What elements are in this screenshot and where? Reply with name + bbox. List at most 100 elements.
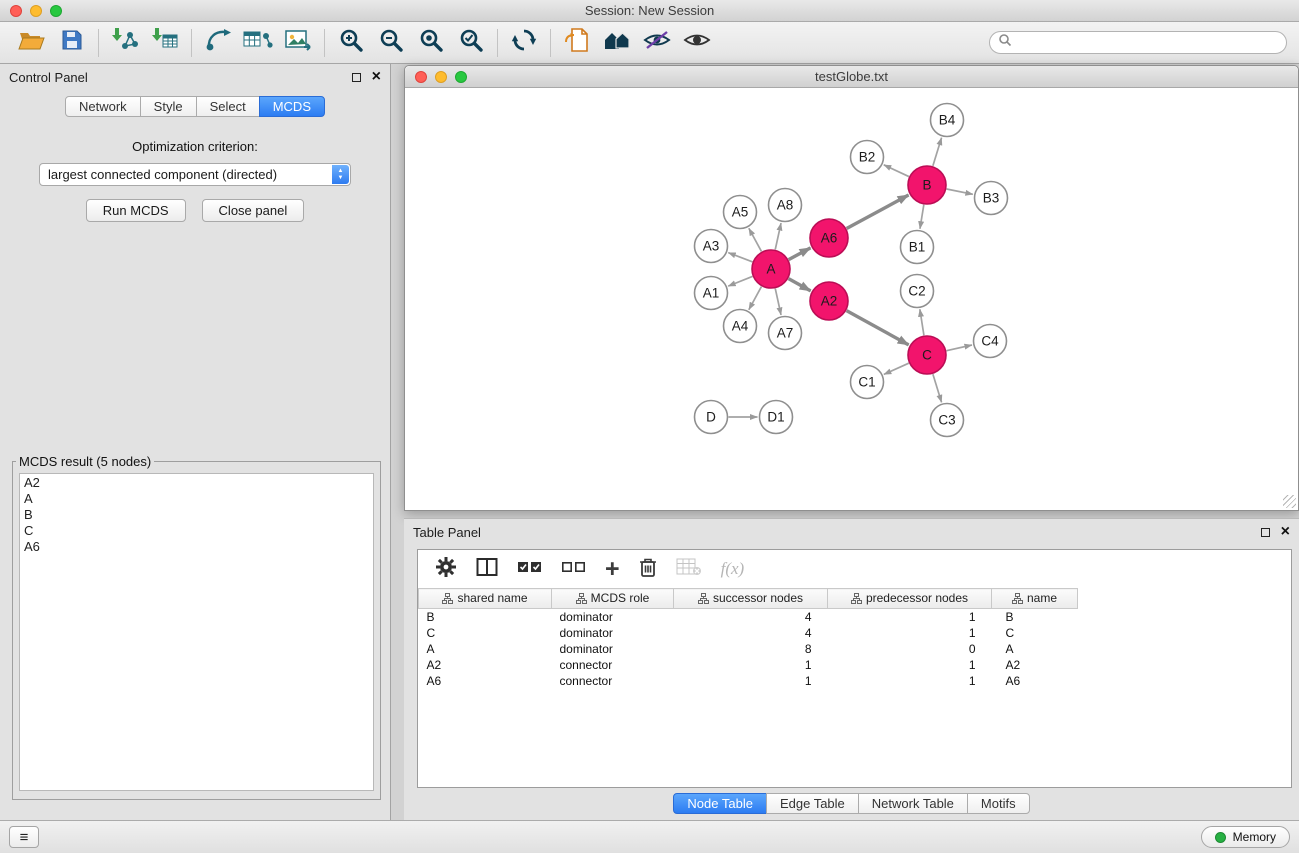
graph-edge-C-C2[interactable] (920, 309, 924, 335)
zoom-fit-button[interactable] (411, 25, 451, 61)
zoom-window-button[interactable] (50, 5, 62, 17)
add-column-button[interactable]: + (605, 557, 620, 582)
home-view-button[interactable] (597, 25, 637, 61)
graph-node-B[interactable]: B (908, 166, 946, 204)
float-panel-icon[interactable] (352, 73, 361, 82)
delete-column-button[interactable] (639, 556, 657, 583)
table-row[interactable]: A2connector11A2 (419, 657, 1291, 673)
graph-edge-A-A2[interactable] (789, 279, 811, 291)
export-image-button[interactable] (278, 25, 318, 61)
graph-edge-A-A8[interactable] (775, 223, 781, 249)
graph-node-A[interactable]: A (752, 250, 790, 288)
control-tab-select[interactable]: Select (196, 96, 260, 117)
memory-button[interactable]: Memory (1201, 826, 1290, 848)
result-item[interactable]: A2 (24, 475, 369, 491)
select-all-button[interactable] (517, 560, 542, 579)
graph-node-C1[interactable]: C1 (851, 366, 884, 399)
annotation-button[interactable] (557, 25, 597, 61)
graph-node-B3[interactable]: B3 (975, 182, 1008, 215)
table-tab-network-table[interactable]: Network Table (858, 793, 968, 814)
import-table-button[interactable] (145, 25, 185, 61)
network-canvas-area[interactable]: B4B2BB3A5A8A6B1A3AC2A1A2A4A7C4CC1C3DD1 (405, 88, 1298, 510)
close-panel-icon[interactable]: × (372, 69, 381, 85)
import-network-button[interactable] (105, 25, 145, 61)
graph-node-C[interactable]: C (908, 336, 946, 374)
graph-edge-A-A7[interactable] (775, 289, 781, 315)
graph-node-C4[interactable]: C4 (974, 325, 1007, 358)
window-resize-grip[interactable] (1283, 495, 1296, 508)
float-table-panel-icon[interactable] (1261, 528, 1270, 537)
table-tab-motifs[interactable]: Motifs (967, 793, 1030, 814)
network-canvas[interactable]: B4B2BB3A5A8A6B1A3AC2A1A2A4A7C4CC1C3DD1 (405, 88, 1298, 510)
graph-node-D[interactable]: D (695, 401, 728, 434)
close-network-window-button[interactable] (415, 71, 427, 83)
graph-node-A6[interactable]: A6 (810, 219, 848, 257)
graph-edge-A2-C[interactable] (847, 311, 909, 345)
network-table-button[interactable] (238, 25, 278, 61)
control-tab-style[interactable]: Style (140, 96, 197, 117)
zoom-selected-button[interactable] (451, 25, 491, 61)
criterion-dropdown[interactable]: largest connected component (directed) ▲… (39, 163, 351, 186)
unselect-all-button[interactable] (561, 560, 586, 579)
graph-edge-A-A1[interactable] (728, 276, 752, 286)
close-table-panel-icon[interactable]: × (1281, 524, 1290, 540)
graph-node-A5[interactable]: A5 (724, 196, 757, 229)
birdseye-view-button[interactable] (677, 25, 717, 61)
zoom-in-button[interactable] (331, 25, 371, 61)
toggle-details-button[interactable] (637, 25, 677, 61)
run-mcds-button[interactable]: Run MCDS (86, 199, 186, 222)
table-row[interactable]: A6connector11A6 (419, 673, 1291, 689)
search-input[interactable] (1017, 34, 1278, 51)
result-item[interactable]: A6 (24, 539, 369, 555)
table-settings-button[interactable] (435, 556, 457, 583)
graph-edge-B-B4[interactable] (933, 138, 942, 166)
graph-edge-A-A5[interactable] (749, 228, 762, 251)
graph-node-A2[interactable]: A2 (810, 282, 848, 320)
task-history-button[interactable]: ≡ (9, 826, 39, 848)
column-chooser-button[interactable] (476, 557, 498, 582)
column-header-predecessor-nodes[interactable]: predecessor nodes (828, 589, 992, 609)
graph-node-B2[interactable]: B2 (851, 141, 884, 174)
table-row[interactable]: Adominator80A (419, 641, 1291, 657)
column-header-name[interactable]: name (992, 589, 1078, 609)
table-tab-edge-table[interactable]: Edge Table (766, 793, 859, 814)
result-item[interactable]: C (24, 523, 369, 539)
control-tab-mcds[interactable]: MCDS (259, 96, 325, 117)
new-network-button[interactable] (198, 25, 238, 61)
save-session-button[interactable] (52, 25, 92, 61)
graph-edge-B-B2[interactable] (884, 165, 909, 177)
graph-node-A3[interactable]: A3 (695, 230, 728, 263)
close-window-button[interactable] (10, 5, 22, 17)
zoom-out-button[interactable] (371, 25, 411, 61)
mcds-result-list[interactable]: A2ABCA6 (19, 473, 374, 791)
zoom-network-window-button[interactable] (455, 71, 467, 83)
graph-edge-A-A4[interactable] (749, 287, 762, 310)
result-item[interactable]: A (24, 491, 369, 507)
graph-node-C3[interactable]: C3 (931, 404, 964, 437)
graph-edge-C-C3[interactable] (933, 374, 942, 402)
close-panel-button[interactable]: Close panel (202, 199, 305, 222)
graph-edge-B-B1[interactable] (920, 205, 924, 229)
column-header-successor-nodes[interactable]: successor nodes (674, 589, 828, 609)
graph-node-A8[interactable]: A8 (769, 189, 802, 222)
open-session-button[interactable] (12, 25, 52, 61)
table-row[interactable]: Cdominator41C (419, 625, 1291, 641)
graph-edge-B-B3[interactable] (947, 189, 973, 194)
graph-node-B4[interactable]: B4 (931, 104, 964, 137)
graph-edge-A-A3[interactable] (728, 253, 752, 262)
column-header-MCDS-role[interactable]: MCDS role (552, 589, 674, 609)
graph-edge-A6-B[interactable] (847, 195, 909, 228)
control-tab-network[interactable]: Network (65, 96, 141, 117)
table-row[interactable]: Bdominator41B (419, 609, 1291, 625)
column-header-shared-name[interactable]: shared name (419, 589, 552, 609)
graph-node-B1[interactable]: B1 (901, 231, 934, 264)
result-item[interactable]: B (24, 507, 369, 523)
graph-edge-A-A6[interactable] (789, 248, 811, 260)
graph-edge-C-C4[interactable] (947, 345, 972, 351)
minimize-network-window-button[interactable] (435, 71, 447, 83)
refresh-view-button[interactable] (504, 25, 544, 61)
graph-edge-C-C1[interactable] (884, 363, 909, 374)
graph-node-A7[interactable]: A7 (769, 317, 802, 350)
graph-node-A4[interactable]: A4 (724, 310, 757, 343)
table-tab-node-table[interactable]: Node Table (673, 793, 767, 814)
